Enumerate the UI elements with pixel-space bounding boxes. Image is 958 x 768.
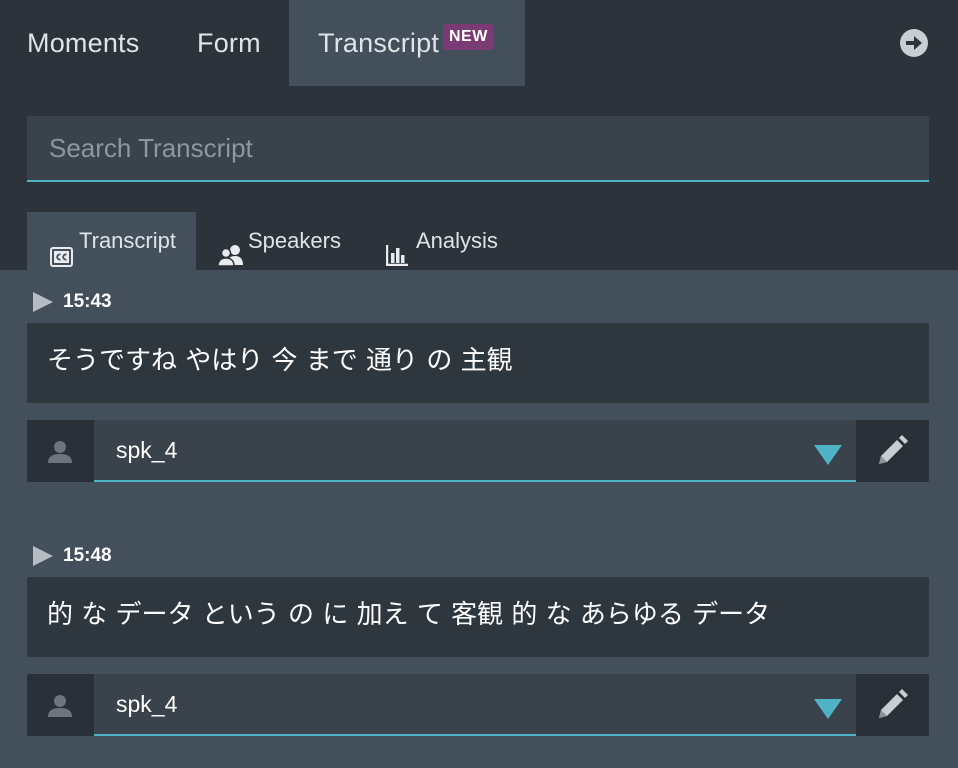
pencil-icon[interactable] — [876, 689, 908, 721]
subtab-analysis[interactable]: Analysis — [385, 212, 516, 270]
subtab-speakers-label: Speakers — [248, 228, 341, 253]
caret-down-icon — [814, 445, 842, 465]
speaker-row: spk_4 — [27, 420, 929, 482]
person-icon — [47, 693, 73, 719]
speaker-row: spk_4 — [27, 674, 929, 736]
tab-moments[interactable]: Moments — [27, 0, 139, 86]
tab-transcript-label: Transcript — [318, 28, 440, 58]
entry-text-box[interactable]: 的 な データ という の に 加え て 客観 的 な あらゆる データ — [27, 577, 929, 657]
person-icon — [47, 439, 73, 465]
bar-chart-icon — [385, 230, 409, 288]
top-navigation: Moments Form Transcript NEW — [0, 0, 958, 86]
play-icon[interactable] — [33, 546, 53, 566]
tab-transcript[interactable]: Transcript NEW — [289, 0, 525, 86]
speaker-select[interactable]: spk_4 — [94, 674, 856, 736]
subtab-transcript[interactable]: Transcript — [27, 212, 196, 270]
search-transcript-box — [27, 116, 929, 182]
pencil-icon[interactable] — [876, 435, 908, 467]
entry-text: 的 な データ という の に 加え て 客観 的 な あらゆる データ — [47, 600, 771, 630]
subtab-transcript-label: Transcript — [79, 228, 176, 253]
entry-text-box[interactable]: そうですね やはり 今 まで 通り の 主観 — [27, 323, 929, 403]
tab-form[interactable]: Form — [197, 0, 261, 86]
closed-captions-icon — [50, 231, 73, 289]
speaker-select-value: spk_4 — [116, 437, 178, 463]
entry-timestamp: 15:48 — [63, 545, 112, 566]
arrow-right-circle-icon[interactable] — [899, 28, 929, 58]
subtab-analysis-label: Analysis — [416, 228, 498, 253]
subtab-speakers[interactable]: Speakers — [217, 212, 358, 270]
entry-text: そうですね やはり 今 まで 通り の 主観 — [47, 346, 513, 376]
people-icon — [217, 230, 244, 288]
search-input[interactable] — [27, 116, 929, 180]
speaker-select-value: spk_4 — [116, 691, 178, 717]
play-icon[interactable] — [33, 292, 53, 312]
caret-down-icon — [814, 699, 842, 719]
new-badge: NEW — [443, 24, 494, 50]
entry-timestamp: 15:43 — [63, 291, 112, 312]
speaker-select[interactable]: spk_4 — [94, 420, 856, 482]
